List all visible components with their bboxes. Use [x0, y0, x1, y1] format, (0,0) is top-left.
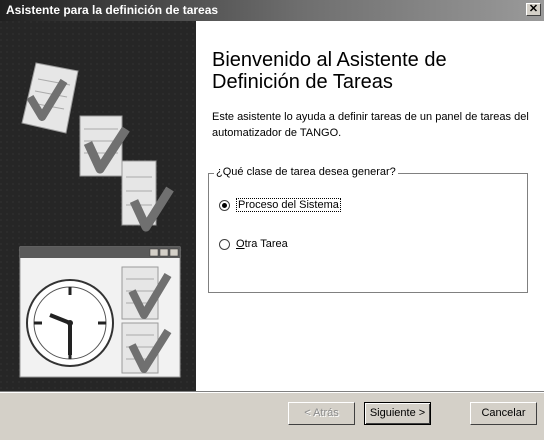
radio-button[interactable] — [219, 199, 230, 211]
next-button[interactable]: Siguiente > — [364, 402, 431, 425]
wizard-content: Bienvenido al Asistente de Definición de… — [196, 21, 544, 391]
group-legend: ¿Qué clase de tarea desea generar? — [214, 166, 398, 178]
window-title: Asistente para la definición de tareas — [6, 3, 219, 17]
radio-proceso-del-sistema[interactable]: Proceso del Sistema — [219, 198, 341, 212]
title-bar: Asistente para la definición de tareas ✕ — [0, 0, 544, 21]
radio-otra-tarea[interactable]: Otra Tarea — [219, 238, 288, 250]
radio-label: Otra Tarea — [236, 238, 288, 250]
tasklist-check-icon — [79, 115, 130, 177]
cancel-button[interactable]: Cancelar — [470, 402, 537, 425]
button-separator — [0, 391, 544, 393]
wizard-illustration — [0, 21, 196, 391]
radio-label: Proceso del Sistema — [236, 198, 341, 212]
close-icon: ✕ — [528, 3, 539, 15]
close-button[interactable]: ✕ — [526, 3, 541, 16]
task-type-group: ¿Qué clase de tarea desea generar? Proce… — [208, 166, 528, 293]
radio-label-text: Proceso del Sistema — [238, 199, 339, 211]
page-title: Bienvenido al Asistente de Definición de… — [212, 49, 447, 93]
wizard-illustration-panel — [0, 21, 196, 391]
back-button[interactable]: < Atrás — [288, 402, 355, 425]
clock-icon — [26, 279, 114, 367]
wizard-window: Asistente para la definición de tareas ✕ — [0, 0, 544, 440]
intro-text: Este asistente lo ayuda a definir tareas… — [212, 111, 529, 139]
radio-button[interactable] — [219, 238, 230, 250]
